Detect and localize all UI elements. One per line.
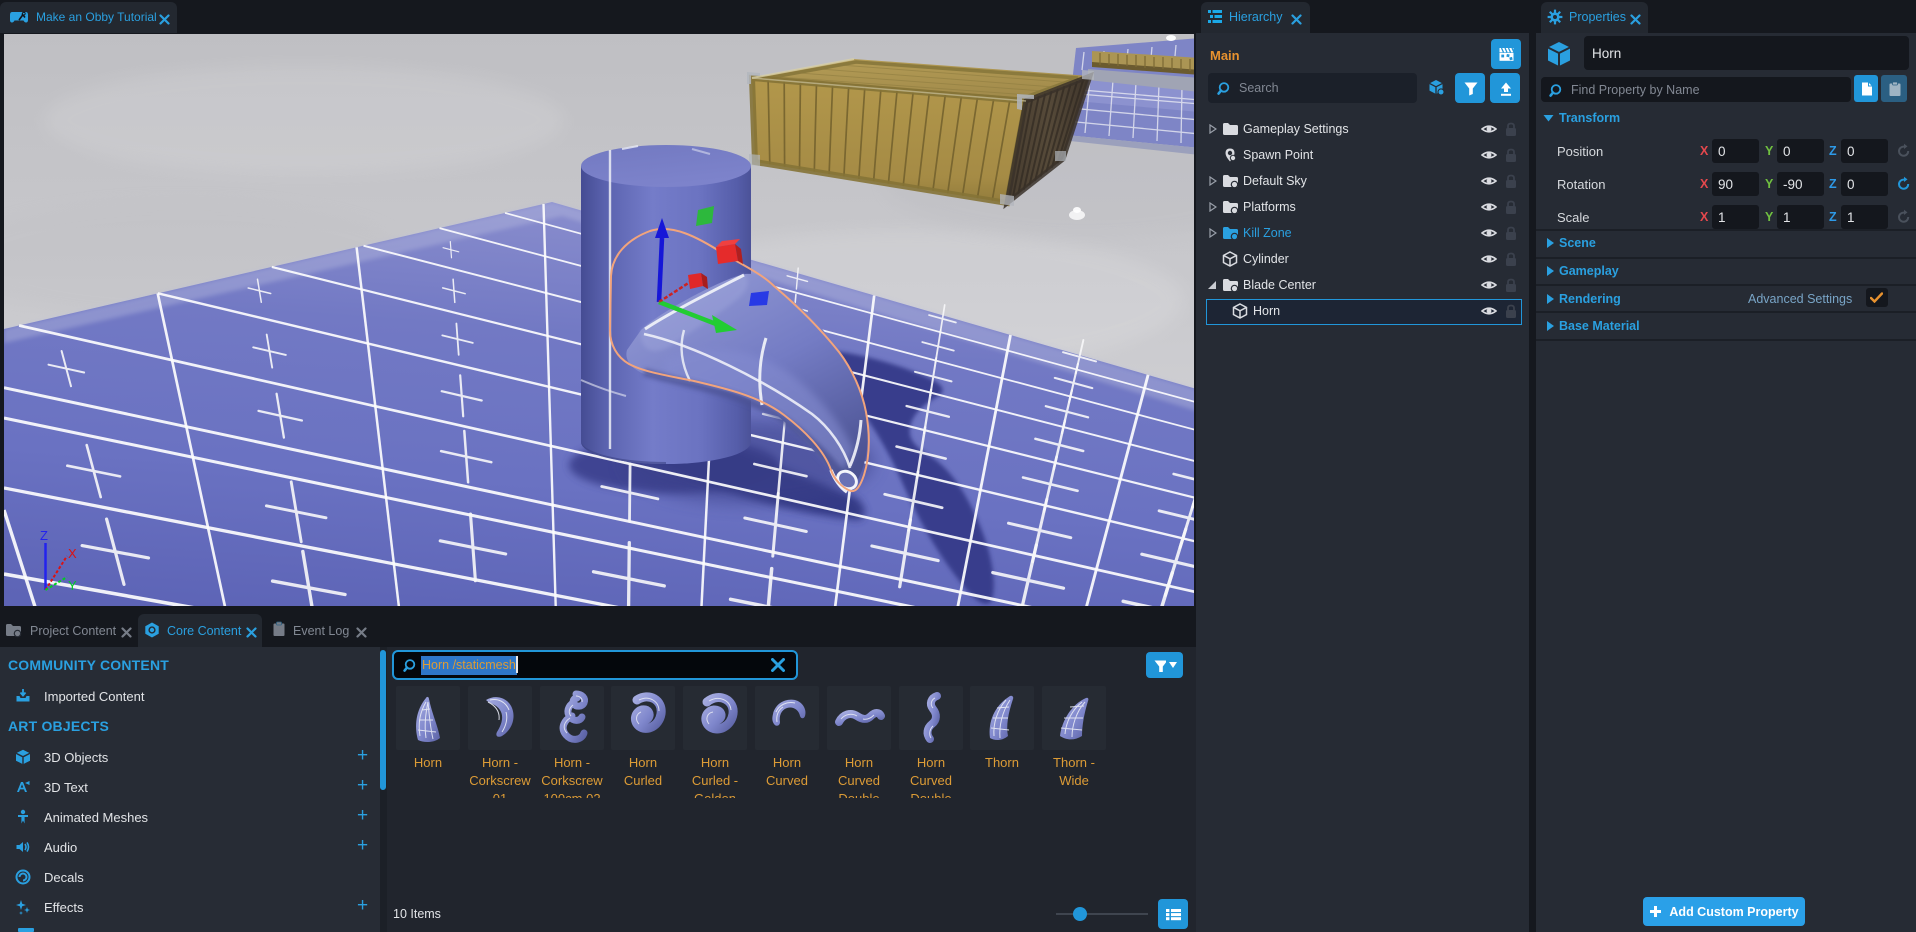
svg-text:X: X xyxy=(68,546,77,561)
svg-text:Z: Z xyxy=(40,528,48,543)
svg-text:Y: Y xyxy=(68,578,77,593)
